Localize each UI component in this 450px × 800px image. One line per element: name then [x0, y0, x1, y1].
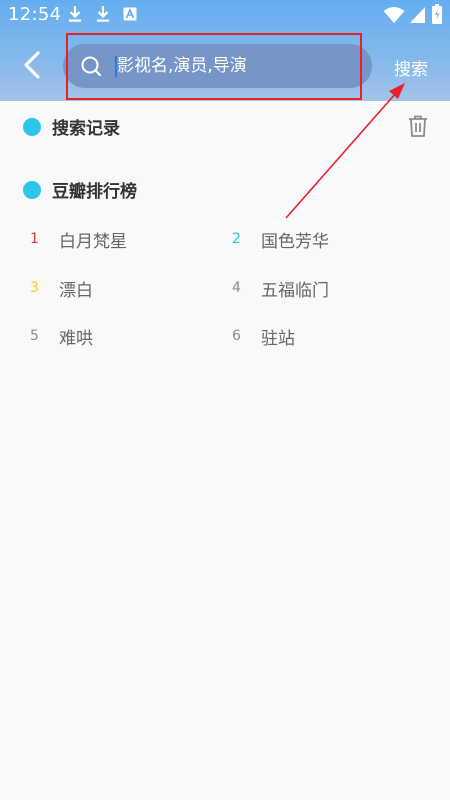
rank-title: 漂白: [59, 281, 93, 301]
rank-number: 4: [232, 280, 241, 296]
section-dot: [23, 118, 41, 136]
ranking-item[interactable]: 2 国色芳华: [232, 227, 412, 253]
douban-ranking-header: 豆瓣排行榜: [23, 177, 223, 203]
section-dot: [23, 181, 41, 199]
search-history-header: 搜索记录: [23, 114, 223, 140]
ranking-item[interactable]: 4 五福临门: [232, 276, 412, 302]
search-history-title: 搜索记录: [52, 119, 120, 139]
ranking-item[interactable]: 3 漂白: [30, 276, 210, 302]
download-icon: [97, 6, 109, 22]
trash-icon[interactable]: [406, 114, 430, 138]
rank-title: 驻站: [261, 329, 295, 349]
status-time: 12:54: [8, 4, 62, 25]
rank-number: 3: [30, 280, 39, 296]
search-button[interactable]: 搜索: [394, 55, 428, 80]
rank-title: 白月梵星: [59, 232, 127, 252]
rank-title: 国色芳华: [261, 232, 329, 252]
back-icon[interactable]: [18, 48, 48, 82]
rank-number: 1: [30, 231, 39, 247]
annotation-highlight-box: [66, 33, 362, 100]
rank-number: 5: [30, 328, 39, 344]
ranking-item[interactable]: 1 白月梵星: [30, 227, 210, 253]
ranking-item[interactable]: 6 驻站: [232, 324, 412, 350]
douban-ranking-title: 豆瓣排行榜: [52, 182, 137, 202]
rank-number: 6: [232, 328, 241, 344]
battery-charging-icon: [432, 4, 442, 24]
rank-title: 难哄: [59, 329, 93, 349]
ranking-item[interactable]: 5 难哄: [30, 324, 210, 350]
status-bar: 12:54: [0, 0, 450, 30]
rank-title: 五福临门: [261, 281, 329, 301]
wifi-icon: [383, 7, 405, 23]
download-icon: [69, 6, 81, 22]
rank-number: 2: [232, 231, 241, 247]
signal-icon: [410, 7, 425, 23]
text-a-icon: [123, 7, 137, 21]
